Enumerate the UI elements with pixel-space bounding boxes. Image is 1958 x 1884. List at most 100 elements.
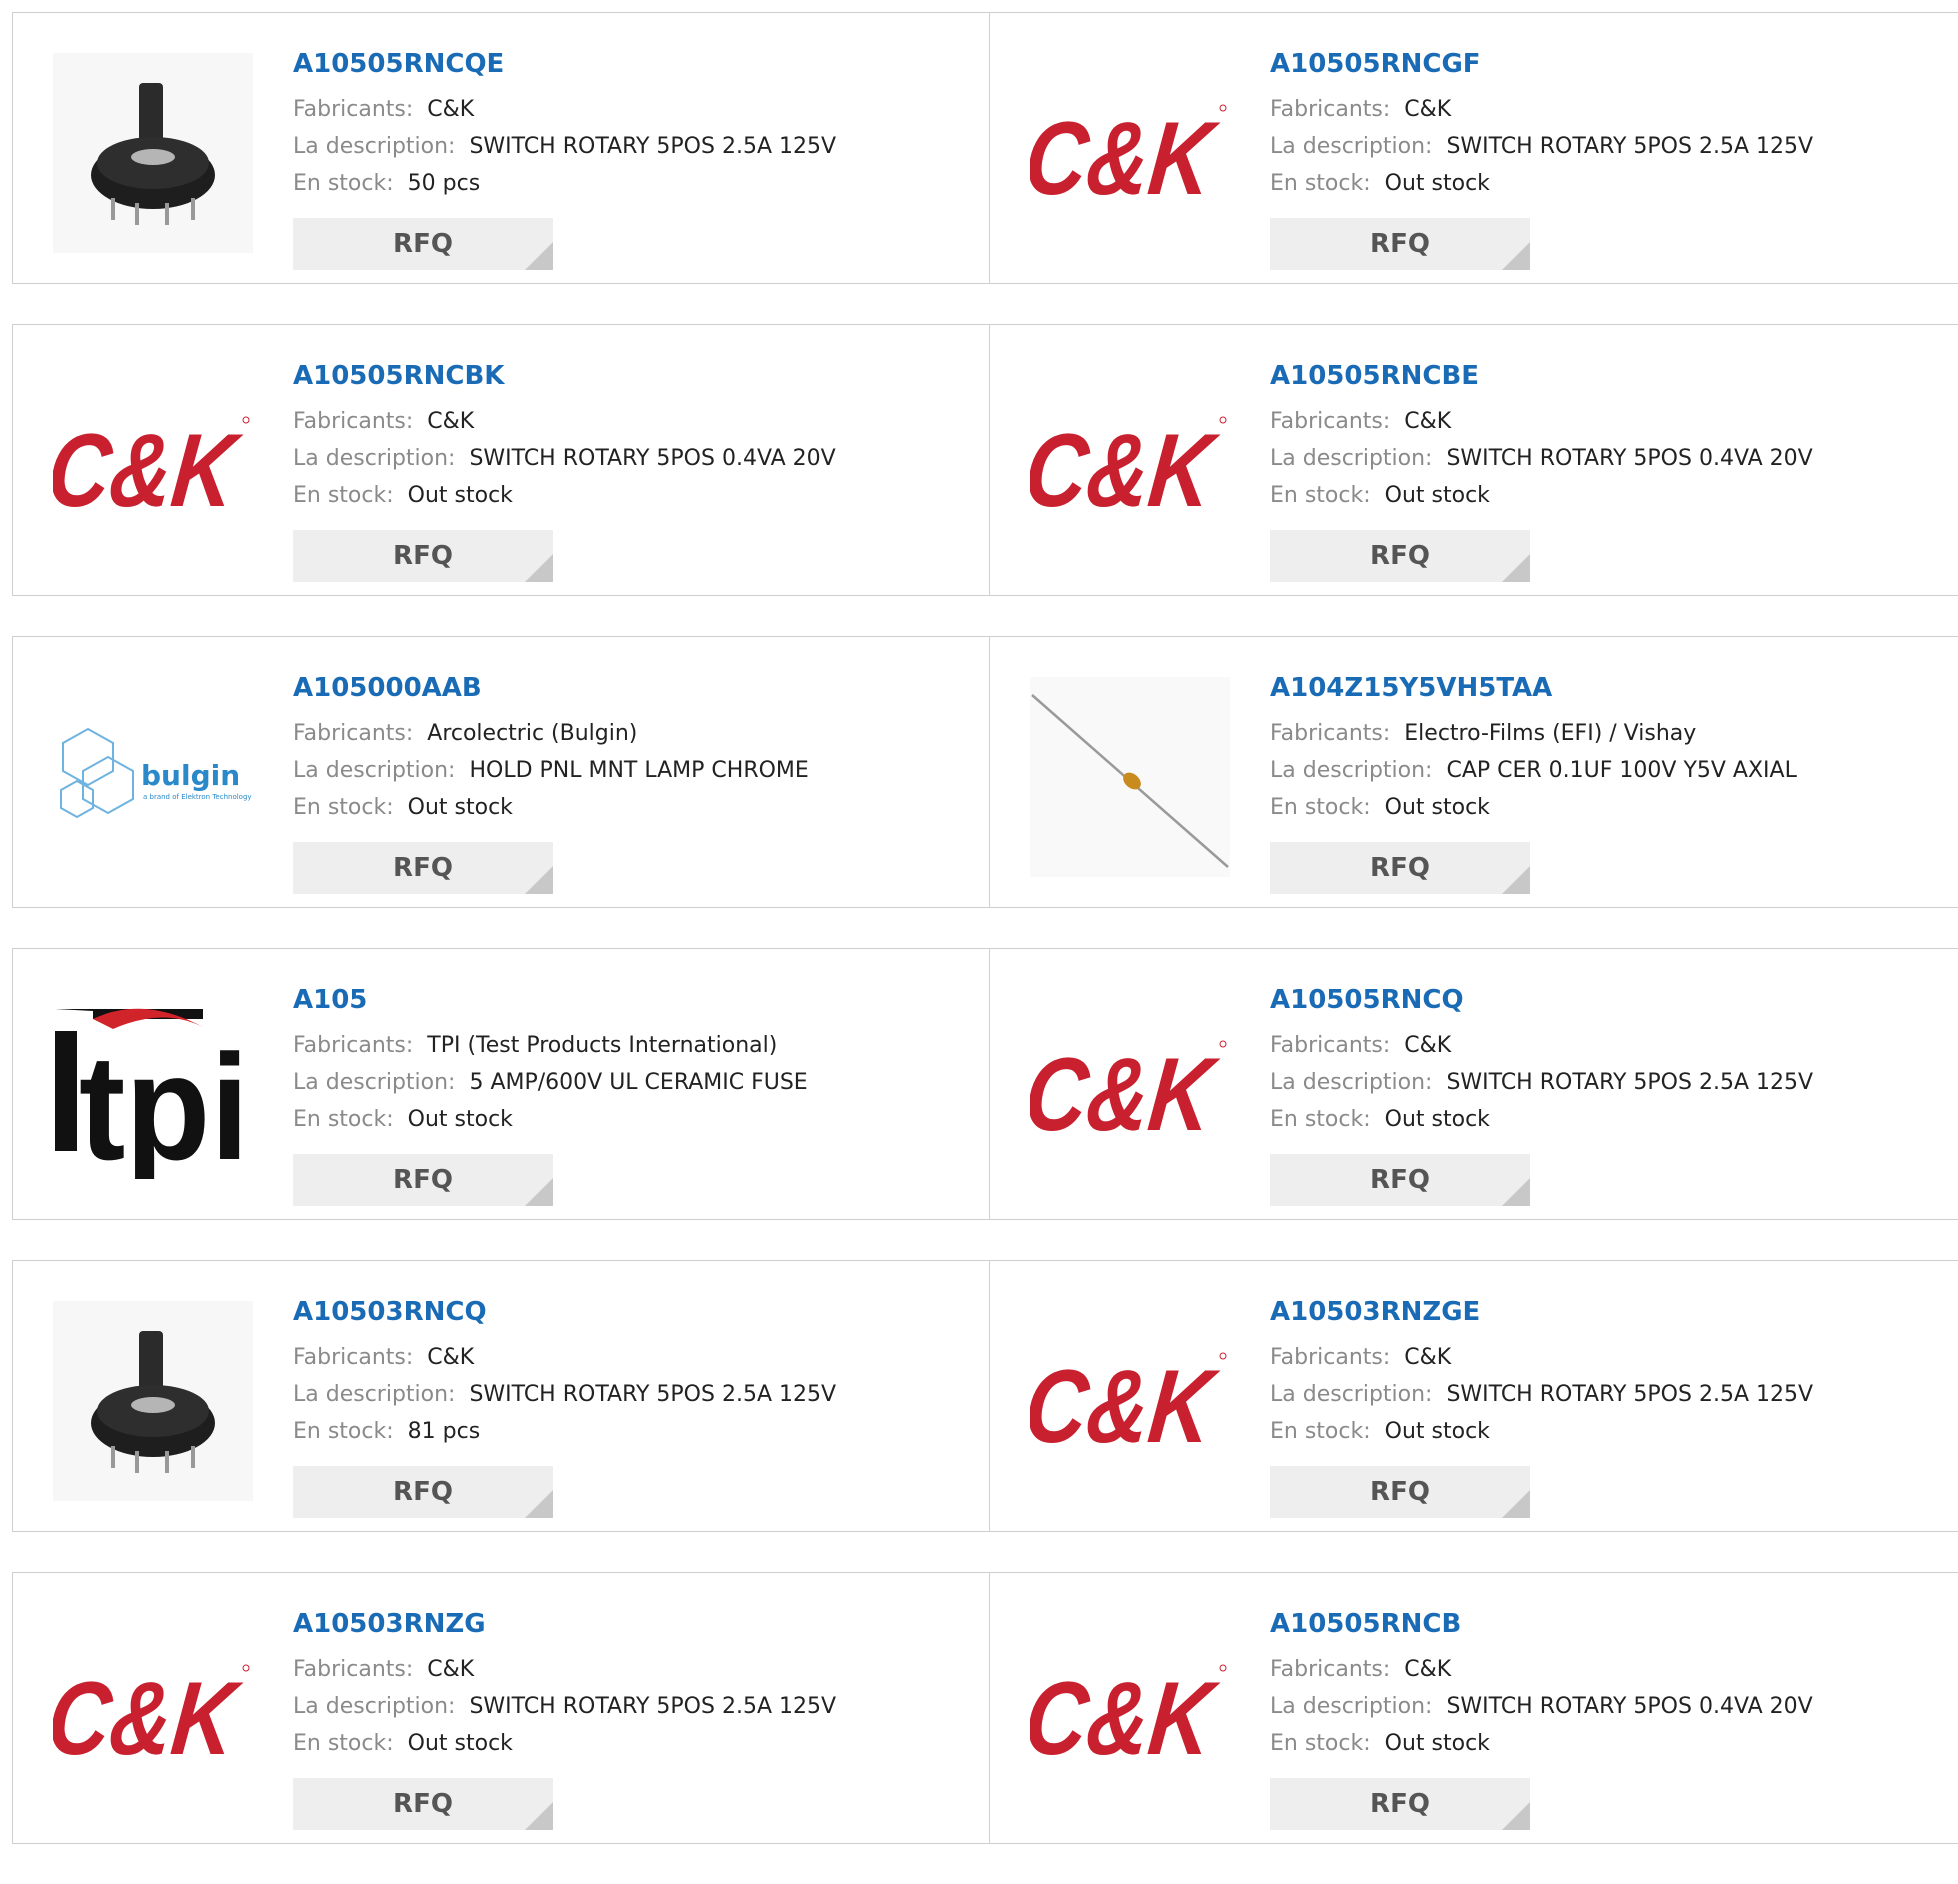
product-card: C&K A10503RNZGE Fabricants: C&K La descri… bbox=[990, 1260, 1958, 1532]
product-row: bulgin a brand of Elektron Technology A1… bbox=[12, 636, 1958, 908]
product-thumbnail[interactable]: bulgin a brand of Elektron Technology bbox=[53, 677, 253, 877]
product-info: A10505RNCQ Fabricants: C&K La description… bbox=[1270, 983, 1813, 1206]
rfq-button[interactable]: RFQ bbox=[293, 218, 553, 270]
part-number-link[interactable]: A10505RNCQ bbox=[1270, 983, 1813, 1017]
manufacturer-label: Fabricants: bbox=[293, 1345, 414, 1370]
corner-triangle-icon bbox=[1502, 866, 1530, 894]
part-number-link[interactable]: A10505RNCB bbox=[1270, 1607, 1813, 1641]
bulgin-tagline: a brand of Elektron Technology bbox=[143, 793, 252, 801]
ck-logo: C&K bbox=[1030, 101, 1227, 208]
stock-value: Out stock bbox=[1384, 171, 1490, 196]
manufacturer-row: Fabricants: Arcolectric (Bulgin) bbox=[293, 715, 809, 752]
corner-triangle-icon bbox=[525, 866, 553, 894]
corner-triangle-icon bbox=[525, 554, 553, 582]
part-number-link[interactable]: A10505RNCGF bbox=[1270, 47, 1813, 81]
stock-label: En stock: bbox=[293, 171, 394, 196]
stock-row: En stock: Out stock bbox=[1270, 1101, 1813, 1138]
product-thumbnail[interactable]: C&K bbox=[1030, 1613, 1230, 1813]
part-number-link[interactable]: A10505RNCQE bbox=[293, 47, 836, 81]
rfq-button-label: RFQ bbox=[393, 1789, 453, 1819]
stock-row: En stock: Out stock bbox=[1270, 1725, 1813, 1762]
product-info: A104Z15Y5VH5TAA Fabricants: Electro-Films… bbox=[1270, 671, 1797, 894]
part-number-link[interactable]: A10503RNZG bbox=[293, 1607, 836, 1641]
ck-logo: C&K bbox=[1030, 413, 1227, 520]
ck-logo: C&K bbox=[1030, 1661, 1227, 1768]
manufacturer-row: Fabricants: C&K bbox=[293, 91, 836, 128]
description-label: La description: bbox=[1270, 446, 1433, 471]
part-number-link[interactable]: A10505RNCBE bbox=[1270, 359, 1813, 393]
description-value: SWITCH ROTARY 5POS 2.5A 125V bbox=[1446, 134, 1814, 159]
product-thumbnail[interactable] bbox=[53, 53, 253, 253]
description-value: SWITCH ROTARY 5POS 2.5A 125V bbox=[469, 1694, 837, 1719]
manufacturer-label: Fabricants: bbox=[1270, 721, 1391, 746]
part-number-link[interactable]: A104Z15Y5VH5TAA bbox=[1270, 671, 1797, 705]
stock-label: En stock: bbox=[1270, 1419, 1371, 1444]
product-thumbnail[interactable]: C&K bbox=[1030, 53, 1230, 253]
rfq-button[interactable]: RFQ bbox=[1270, 1154, 1530, 1206]
rfq-button-label: RFQ bbox=[1370, 853, 1430, 883]
stock-row: En stock: 81 pcs bbox=[293, 1413, 836, 1450]
product-thumbnail[interactable]: C&K bbox=[1030, 989, 1230, 1189]
product-card: C&K A10505RNCB Fabricants: C&K La descrip… bbox=[990, 1572, 1958, 1844]
stock-value: Out stock bbox=[407, 1731, 513, 1756]
description-value: CAP CER 0.1UF 100V Y5V AXIAL bbox=[1446, 758, 1797, 783]
description-label: La description: bbox=[1270, 1694, 1433, 1719]
product-row: tpi A105 Fabricants: TPI (Test Products I… bbox=[12, 948, 1958, 1220]
stock-value: Out stock bbox=[1384, 1107, 1490, 1132]
description-value: 5 AMP/600V UL CERAMIC FUSE bbox=[469, 1070, 808, 1095]
stock-value: Out stock bbox=[1384, 795, 1490, 820]
rfq-button[interactable]: RFQ bbox=[293, 1778, 553, 1830]
tpi-logo: tpi bbox=[55, 1008, 249, 1179]
rfq-button-label: RFQ bbox=[393, 1165, 453, 1195]
rfq-button[interactable]: RFQ bbox=[293, 530, 553, 582]
rfq-button[interactable]: RFQ bbox=[293, 842, 553, 894]
rfq-button[interactable]: RFQ bbox=[1270, 1466, 1530, 1518]
part-number-link[interactable]: A105 bbox=[293, 983, 808, 1017]
ck-logo: C&K bbox=[1030, 1349, 1227, 1456]
manufacturer-row: Fabricants: C&K bbox=[1270, 1651, 1813, 1688]
rfq-button[interactable]: RFQ bbox=[1270, 842, 1530, 894]
product-thumbnail[interactable]: C&K bbox=[53, 1613, 253, 1813]
part-number-link[interactable]: A10503RNZGE bbox=[1270, 1295, 1813, 1329]
stock-row: En stock: Out stock bbox=[1270, 477, 1813, 514]
rfq-button[interactable]: RFQ bbox=[1270, 530, 1530, 582]
product-thumbnail[interactable]: C&K bbox=[53, 365, 253, 565]
description-label: La description: bbox=[1270, 758, 1433, 783]
rfq-button[interactable]: RFQ bbox=[1270, 218, 1530, 270]
part-number-link[interactable]: A10503RNCQ bbox=[293, 1295, 836, 1329]
stock-label: En stock: bbox=[1270, 1107, 1371, 1132]
rfq-button-label: RFQ bbox=[1370, 1477, 1430, 1507]
stock-label: En stock: bbox=[1270, 171, 1371, 196]
description-row: La description: SWITCH ROTARY 5POS 0.4VA … bbox=[1270, 440, 1813, 477]
product-card: A104Z15Y5VH5TAA Fabricants: Electro-Films… bbox=[990, 636, 1958, 908]
rfq-button[interactable]: RFQ bbox=[293, 1466, 553, 1518]
rfq-button-label: RFQ bbox=[1370, 541, 1430, 571]
description-row: La description: SWITCH ROTARY 5POS 2.5A 1… bbox=[1270, 128, 1813, 165]
stock-row: En stock: Out stock bbox=[293, 1725, 836, 1762]
description-row: La description: SWITCH ROTARY 5POS 0.4VA … bbox=[1270, 1688, 1813, 1725]
manufacturer-row: Fabricants: C&K bbox=[1270, 1027, 1813, 1064]
part-number-link[interactable]: A10505RNCBK bbox=[293, 359, 836, 393]
manufacturer-label: Fabricants: bbox=[293, 409, 414, 434]
product-thumbnail[interactable]: tpi bbox=[53, 989, 253, 1189]
rfq-button[interactable]: RFQ bbox=[293, 1154, 553, 1206]
ck-logo-text: C&K bbox=[1030, 101, 1223, 208]
ck-logo-text: C&K bbox=[1030, 413, 1223, 520]
description-row: La description: CAP CER 0.1UF 100V Y5V AX… bbox=[1270, 752, 1797, 789]
stock-value: 81 pcs bbox=[407, 1419, 481, 1444]
product-thumbnail[interactable] bbox=[1030, 677, 1230, 877]
stock-value: Out stock bbox=[407, 795, 513, 820]
product-thumbnail[interactable]: C&K bbox=[1030, 365, 1230, 565]
stock-value: Out stock bbox=[407, 483, 513, 508]
product-info: A10505RNCB Fabricants: C&K La description… bbox=[1270, 1607, 1813, 1830]
rfq-button-label: RFQ bbox=[393, 853, 453, 883]
part-number-link[interactable]: A105000AAB bbox=[293, 671, 809, 705]
manufacturer-row: Fabricants: TPI (Test Products Internatio… bbox=[293, 1027, 808, 1064]
rfq-button[interactable]: RFQ bbox=[1270, 1778, 1530, 1830]
product-thumbnail[interactable]: C&K bbox=[1030, 1301, 1230, 1501]
product-thumbnail[interactable] bbox=[53, 1301, 253, 1501]
description-label: La description: bbox=[293, 758, 456, 783]
stock-row: En stock: Out stock bbox=[1270, 789, 1797, 826]
product-card: bulgin a brand of Elektron Technology A1… bbox=[12, 636, 990, 908]
rfq-button-label: RFQ bbox=[393, 1477, 453, 1507]
